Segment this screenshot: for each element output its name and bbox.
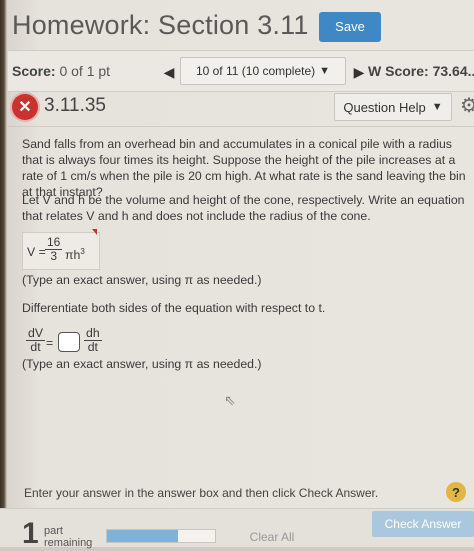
help-icon[interactable]: ?	[446, 482, 466, 502]
part1-text: Let V and h be the volume and height of …	[22, 193, 465, 223]
page-title: Homework: Section 3.11	[12, 10, 309, 40]
gear-icon[interactable]: ⚙	[460, 95, 474, 117]
triangle-right-icon: ▶	[353, 63, 365, 80]
header: Homework: Section 3.11 Save	[8, 8, 474, 48]
hw-score-label: W Score:	[368, 63, 429, 79]
eq1-lhs: V =	[27, 245, 46, 259]
score-bar: Score: 0 of 1 pt ◀ 10 of 11 (10 complete…	[8, 50, 474, 92]
equation-1-answer[interactable]: V = 16 3 πh3	[22, 229, 100, 270]
dh-dt-fraction: dh dt	[84, 327, 102, 354]
page: Homework: Section 3.11 Save Score: 0 of …	[0, 0, 474, 550]
progress-bar	[106, 529, 216, 543]
prev-question-button[interactable]: ◀	[158, 59, 180, 85]
triangle-left-icon: ◀	[163, 63, 175, 80]
dv-denominator: dt	[30, 340, 41, 354]
hw-score-value: 73.64..	[432, 63, 474, 79]
check-answer-button[interactable]: Check Answer	[372, 511, 474, 537]
equals-sign: =	[46, 336, 54, 350]
equation-2: dV dt = dh dt	[22, 324, 106, 360]
clear-all-button[interactable]: Clear All	[226, 525, 318, 549]
incorrect-icon: ✕	[12, 94, 38, 120]
eq1-denominator: 3	[50, 249, 58, 263]
question-number: 3.11.35	[44, 95, 106, 116]
question-select[interactable]: 10 of 11 (10 complete) ▼	[180, 57, 346, 85]
problem-text: Sand falls from an overhead bin and accu…	[22, 137, 466, 199]
eq1-exponent: 3	[80, 247, 85, 256]
question-help-button[interactable]: Question Help ▼	[334, 93, 452, 121]
incorrect-flag-icon	[92, 229, 97, 235]
divider	[8, 126, 474, 127]
hint-1: (Type an exact answer, using π as needed…	[22, 273, 262, 287]
footer-bar: 1 part remaining Clear All Check Answer	[0, 508, 474, 550]
part2-text: Differentiate both sides of the equation…	[22, 301, 326, 315]
question-bar: ✕ 3.11.35 Question Help ▼ ⚙	[8, 90, 474, 124]
dv-numerator: dV	[26, 326, 46, 341]
question-select-value: 10 of 11 (10 complete)	[195, 64, 316, 78]
score: Score: 0 of 1 pt	[12, 63, 110, 79]
footer-instruction: Enter your answer in the answer box and …	[24, 486, 379, 500]
next-question-button[interactable]: ▶	[350, 59, 368, 85]
dh-denominator: dt	[87, 340, 98, 354]
score-value: 0 of 1 pt	[59, 63, 111, 79]
caret-down-icon: ▼	[431, 101, 443, 113]
eq1-fraction: 16 3	[45, 235, 63, 263]
answer-input-box[interactable]	[58, 332, 80, 352]
hint-2: (Type an exact answer, using π as needed…	[22, 357, 262, 371]
dh-numerator: dh	[84, 326, 102, 341]
dv-dt-fraction: dV dt	[26, 326, 46, 354]
parts-remaining-label: part remaining	[44, 525, 93, 549]
mouse-cursor-icon: ⇖	[224, 392, 236, 408]
save-button[interactable]: Save	[319, 12, 381, 42]
question-help-label: Question Help	[343, 99, 426, 115]
eq1-pi-h: πh	[65, 248, 81, 263]
caret-down-icon: ▼	[319, 65, 331, 77]
hw-score: W Score: 73.64..	[368, 63, 474, 79]
eq1-term: πh3	[65, 244, 85, 263]
score-label: Score:	[12, 63, 56, 79]
progress-fill	[107, 530, 179, 542]
eq1-numerator: 16	[45, 235, 63, 250]
